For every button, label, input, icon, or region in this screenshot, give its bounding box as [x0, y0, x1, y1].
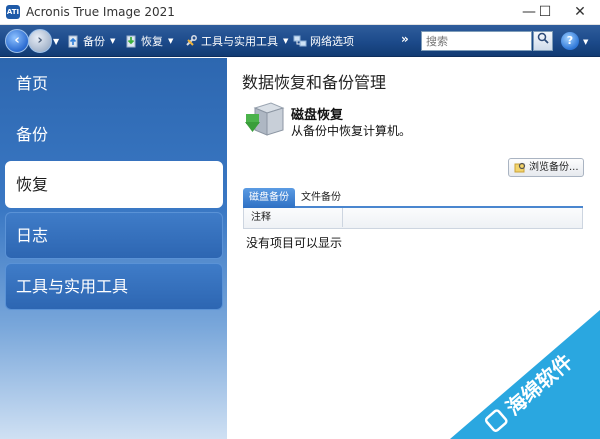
help-dropdown-icon[interactable]: ▼	[583, 38, 588, 46]
sidebar-item-backup[interactable]: 备份	[5, 111, 223, 158]
network-icon	[293, 34, 307, 48]
watermark-logo: 海绵软件	[430, 300, 600, 439]
recovery-label: 恢复	[141, 35, 163, 48]
chevron-down-icon: ▼	[283, 37, 289, 45]
browse-label: 浏览备份...	[529, 162, 579, 173]
sidebar-item-tools[interactable]: 工具与实用工具	[5, 263, 223, 310]
sidebar-item-log[interactable]: 日志	[5, 212, 223, 259]
section-title[interactable]: 磁盘恢复	[291, 104, 343, 123]
column-header-comment[interactable]: 注释	[244, 208, 343, 227]
title-bar: ATI Acronis True Image 2021 — ☐ ✕	[0, 0, 600, 25]
window-title: Acronis True Image 2021	[26, 5, 175, 19]
backup-tabs: 磁盘备份 文件备份	[243, 188, 583, 208]
recovery-menu[interactable]: 恢复 ▼	[124, 33, 173, 49]
search-icon	[537, 32, 549, 44]
browse-icon	[514, 162, 526, 173]
sidebar-item-recovery[interactable]: 恢复	[5, 161, 223, 208]
sidebar: 首页 备份 恢复 日志 工具与实用工具	[0, 58, 227, 439]
search-button[interactable]	[533, 31, 553, 51]
tools-label: 工具与实用工具	[201, 35, 278, 48]
section-description: 从备份中恢复计算机。	[291, 124, 412, 138]
tab-file-backup[interactable]: 文件备份	[295, 188, 347, 208]
backup-icon	[66, 34, 80, 48]
empty-list-message: 没有项目可以显示	[246, 236, 343, 250]
toolbar: ‹ › ▼ 备份 ▼ 恢复 ▼ 工具与实用工具 ▼ 网络选项 » ? ▼	[0, 25, 600, 57]
back-button[interactable]: ‹	[5, 29, 29, 53]
table-header: 注释	[243, 208, 583, 229]
close-button[interactable]: ✕	[563, 0, 597, 25]
backup-menu[interactable]: 备份 ▼	[66, 33, 115, 49]
tools-icon	[184, 34, 198, 48]
chevron-down-icon: ▼	[110, 37, 116, 45]
network-options-menu[interactable]: 网络选项	[293, 33, 354, 49]
forward-button[interactable]: ›	[28, 29, 52, 53]
tab-disk-backup[interactable]: 磁盘备份	[243, 188, 295, 208]
page-title: 数据恢复和备份管理	[242, 73, 387, 92]
recovery-icon	[124, 34, 138, 48]
toolbar-overflow-icon[interactable]: »	[401, 32, 409, 46]
sidebar-item-home[interactable]: 首页	[5, 60, 223, 107]
help-button[interactable]: ?	[561, 32, 579, 50]
search-input[interactable]	[421, 31, 532, 51]
browse-backups-button[interactable]: 浏览备份...	[508, 158, 584, 177]
disk-recovery-icon	[245, 100, 285, 138]
history-dropdown-icon[interactable]: ▼	[53, 37, 59, 46]
network-label: 网络选项	[310, 35, 354, 48]
chevron-down-icon: ▼	[168, 37, 174, 45]
tools-menu[interactable]: 工具与实用工具 ▼	[184, 33, 288, 49]
app-logo-icon: ATI	[6, 5, 20, 19]
maximize-button[interactable]: ☐	[528, 0, 562, 25]
backup-label: 备份	[83, 35, 105, 48]
